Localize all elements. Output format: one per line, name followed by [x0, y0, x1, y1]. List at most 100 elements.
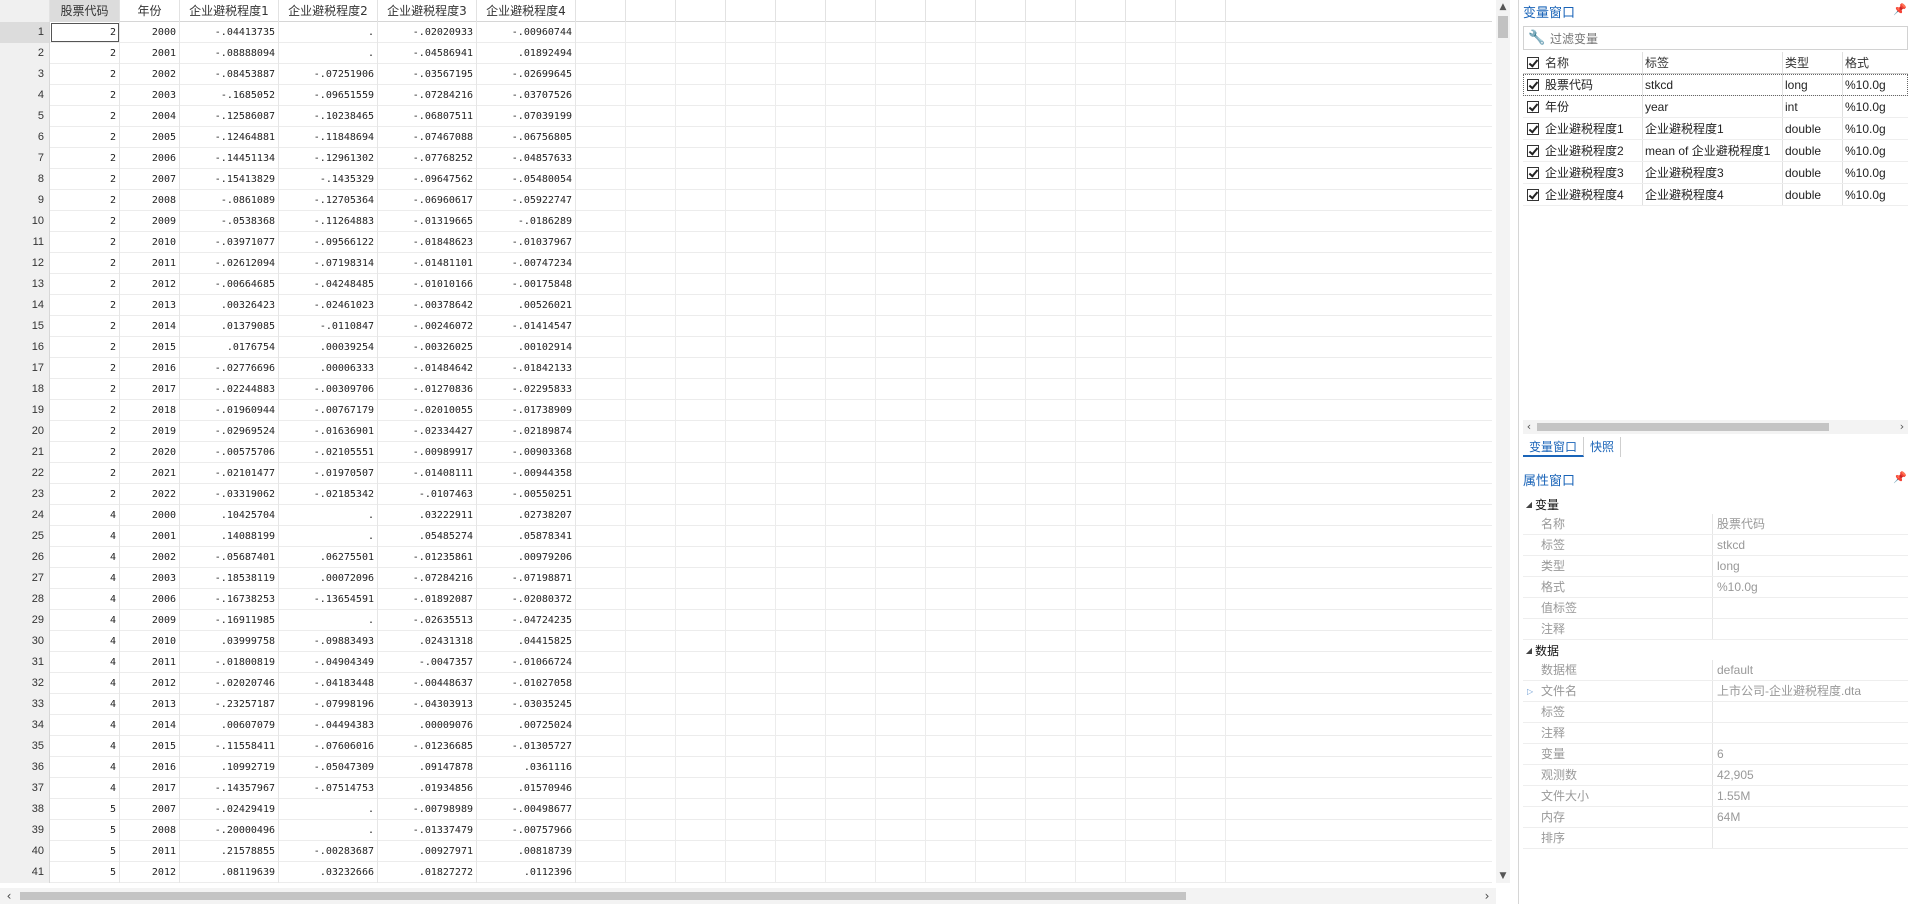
- data-cell[interactable]: -.07467088: [378, 127, 477, 148]
- empty-cell[interactable]: [1126, 631, 1176, 652]
- empty-cell[interactable]: [1176, 106, 1226, 127]
- empty-cell[interactable]: [676, 85, 726, 106]
- empty-cell[interactable]: [626, 484, 676, 505]
- data-cell[interactable]: -.00767179: [279, 400, 378, 421]
- empty-cell[interactable]: [776, 736, 826, 757]
- empty-cell[interactable]: [1176, 589, 1226, 610]
- expand-triangle-icon[interactable]: ▷: [1527, 681, 1533, 702]
- empty-cell[interactable]: [676, 820, 726, 841]
- empty-cell[interactable]: [1026, 43, 1076, 64]
- empty-cell[interactable]: [726, 232, 776, 253]
- data-cell[interactable]: -.07998196: [279, 694, 378, 715]
- data-cell[interactable]: 2: [50, 211, 120, 232]
- empty-cell[interactable]: [1126, 85, 1176, 106]
- data-cell[interactable]: .01379085: [180, 316, 279, 337]
- empty-cell[interactable]: [876, 547, 926, 568]
- data-cell[interactable]: -.02699645: [477, 64, 576, 85]
- data-cell[interactable]: -.01800819: [180, 652, 279, 673]
- data-cell[interactable]: .01934856: [378, 778, 477, 799]
- empty-cell[interactable]: [1026, 85, 1076, 106]
- empty-cell[interactable]: [826, 358, 876, 379]
- empty-cell[interactable]: [976, 799, 1026, 820]
- empty-cell[interactable]: [776, 547, 826, 568]
- empty-cell[interactable]: [776, 232, 826, 253]
- data-cell[interactable]: .01570946: [477, 778, 576, 799]
- empty-cell[interactable]: [1126, 232, 1176, 253]
- empty-cell[interactable]: [776, 463, 826, 484]
- empty-cell[interactable]: [926, 106, 976, 127]
- empty-cell[interactable]: [826, 43, 876, 64]
- empty-cell[interactable]: [1026, 64, 1076, 85]
- empty-cell[interactable]: [626, 274, 676, 295]
- data-cell[interactable]: .00725024: [477, 715, 576, 736]
- data-cell[interactable]: -.04248485: [279, 274, 378, 295]
- data-cell[interactable]: 5: [50, 841, 120, 862]
- property-value[interactable]: %10.0g: [1713, 577, 1908, 597]
- data-cell[interactable]: -.01636901: [279, 421, 378, 442]
- data-cell[interactable]: -.1685052: [180, 85, 279, 106]
- property-value[interactable]: long: [1713, 556, 1908, 576]
- data-cell[interactable]: 2013: [120, 694, 180, 715]
- data-cell[interactable]: -.05480054: [477, 169, 576, 190]
- empty-cell[interactable]: [776, 589, 826, 610]
- data-cell[interactable]: .00927971: [378, 841, 477, 862]
- empty-cell[interactable]: [826, 526, 876, 547]
- empty-cell[interactable]: [1126, 652, 1176, 673]
- empty-cell[interactable]: [576, 211, 626, 232]
- empty-cell[interactable]: [976, 148, 1026, 169]
- data-cell[interactable]: .08119639: [180, 862, 279, 883]
- empty-cell[interactable]: [1126, 169, 1176, 190]
- empty-cell[interactable]: [1026, 127, 1076, 148]
- data-cell[interactable]: 2000: [120, 505, 180, 526]
- empty-cell[interactable]: [976, 211, 1026, 232]
- data-cell[interactable]: .03222911: [378, 505, 477, 526]
- empty-cell[interactable]: [1126, 253, 1176, 274]
- empty-cell[interactable]: [726, 442, 776, 463]
- empty-cell[interactable]: [626, 799, 676, 820]
- empty-cell[interactable]: [926, 841, 976, 862]
- data-cell[interactable]: 2: [50, 169, 120, 190]
- empty-cell[interactable]: [676, 211, 726, 232]
- empty-cell[interactable]: [776, 85, 826, 106]
- variables-horizontal-scrollbar[interactable]: ‹ ›: [1523, 420, 1908, 434]
- empty-cell[interactable]: [1026, 400, 1076, 421]
- empty-cell[interactable]: [1076, 442, 1126, 463]
- empty-cell[interactable]: [1076, 694, 1126, 715]
- variables-scroll-thumb[interactable]: [1537, 423, 1829, 431]
- empty-cell[interactable]: [576, 841, 626, 862]
- data-cell[interactable]: 4: [50, 505, 120, 526]
- empty-cell[interactable]: [726, 547, 776, 568]
- empty-cell[interactable]: [1176, 190, 1226, 211]
- empty-cell[interactable]: [1126, 547, 1176, 568]
- empty-cell[interactable]: [976, 862, 1026, 883]
- scroll-right-icon[interactable]: ›: [1896, 420, 1908, 434]
- empty-cell[interactable]: [826, 841, 876, 862]
- empty-cell[interactable]: [876, 358, 926, 379]
- data-cell[interactable]: -.11558411: [180, 736, 279, 757]
- empty-cell[interactable]: [676, 589, 726, 610]
- empty-cell[interactable]: [876, 316, 926, 337]
- data-cell[interactable]: 5: [50, 820, 120, 841]
- data-cell[interactable]: -.02189874: [477, 421, 576, 442]
- data-cell[interactable]: 2011: [120, 652, 180, 673]
- empty-cell[interactable]: [976, 274, 1026, 295]
- empty-cell[interactable]: [726, 862, 776, 883]
- empty-cell[interactable]: [1126, 484, 1176, 505]
- data-cell[interactable]: .14088199: [180, 526, 279, 547]
- data-cell[interactable]: -.07284216: [378, 568, 477, 589]
- empty-cell[interactable]: [1126, 736, 1176, 757]
- data-cell[interactable]: 2018: [120, 400, 180, 421]
- empty-cell[interactable]: [876, 295, 926, 316]
- data-cell[interactable]: 2012: [120, 673, 180, 694]
- empty-cell[interactable]: [576, 820, 626, 841]
- data-cell[interactable]: 2017: [120, 778, 180, 799]
- empty-cell[interactable]: [1076, 379, 1126, 400]
- empty-cell[interactable]: [876, 400, 926, 421]
- empty-cell[interactable]: [1026, 190, 1076, 211]
- column-header-type[interactable]: 类型: [1783, 52, 1843, 73]
- empty-cell[interactable]: [776, 841, 826, 862]
- property-row[interactable]: 标签: [1523, 702, 1908, 723]
- empty-cell[interactable]: [726, 274, 776, 295]
- property-row[interactable]: ▷ 文件名 上市公司-企业避税程度.dta: [1523, 681, 1908, 702]
- empty-cell[interactable]: [576, 379, 626, 400]
